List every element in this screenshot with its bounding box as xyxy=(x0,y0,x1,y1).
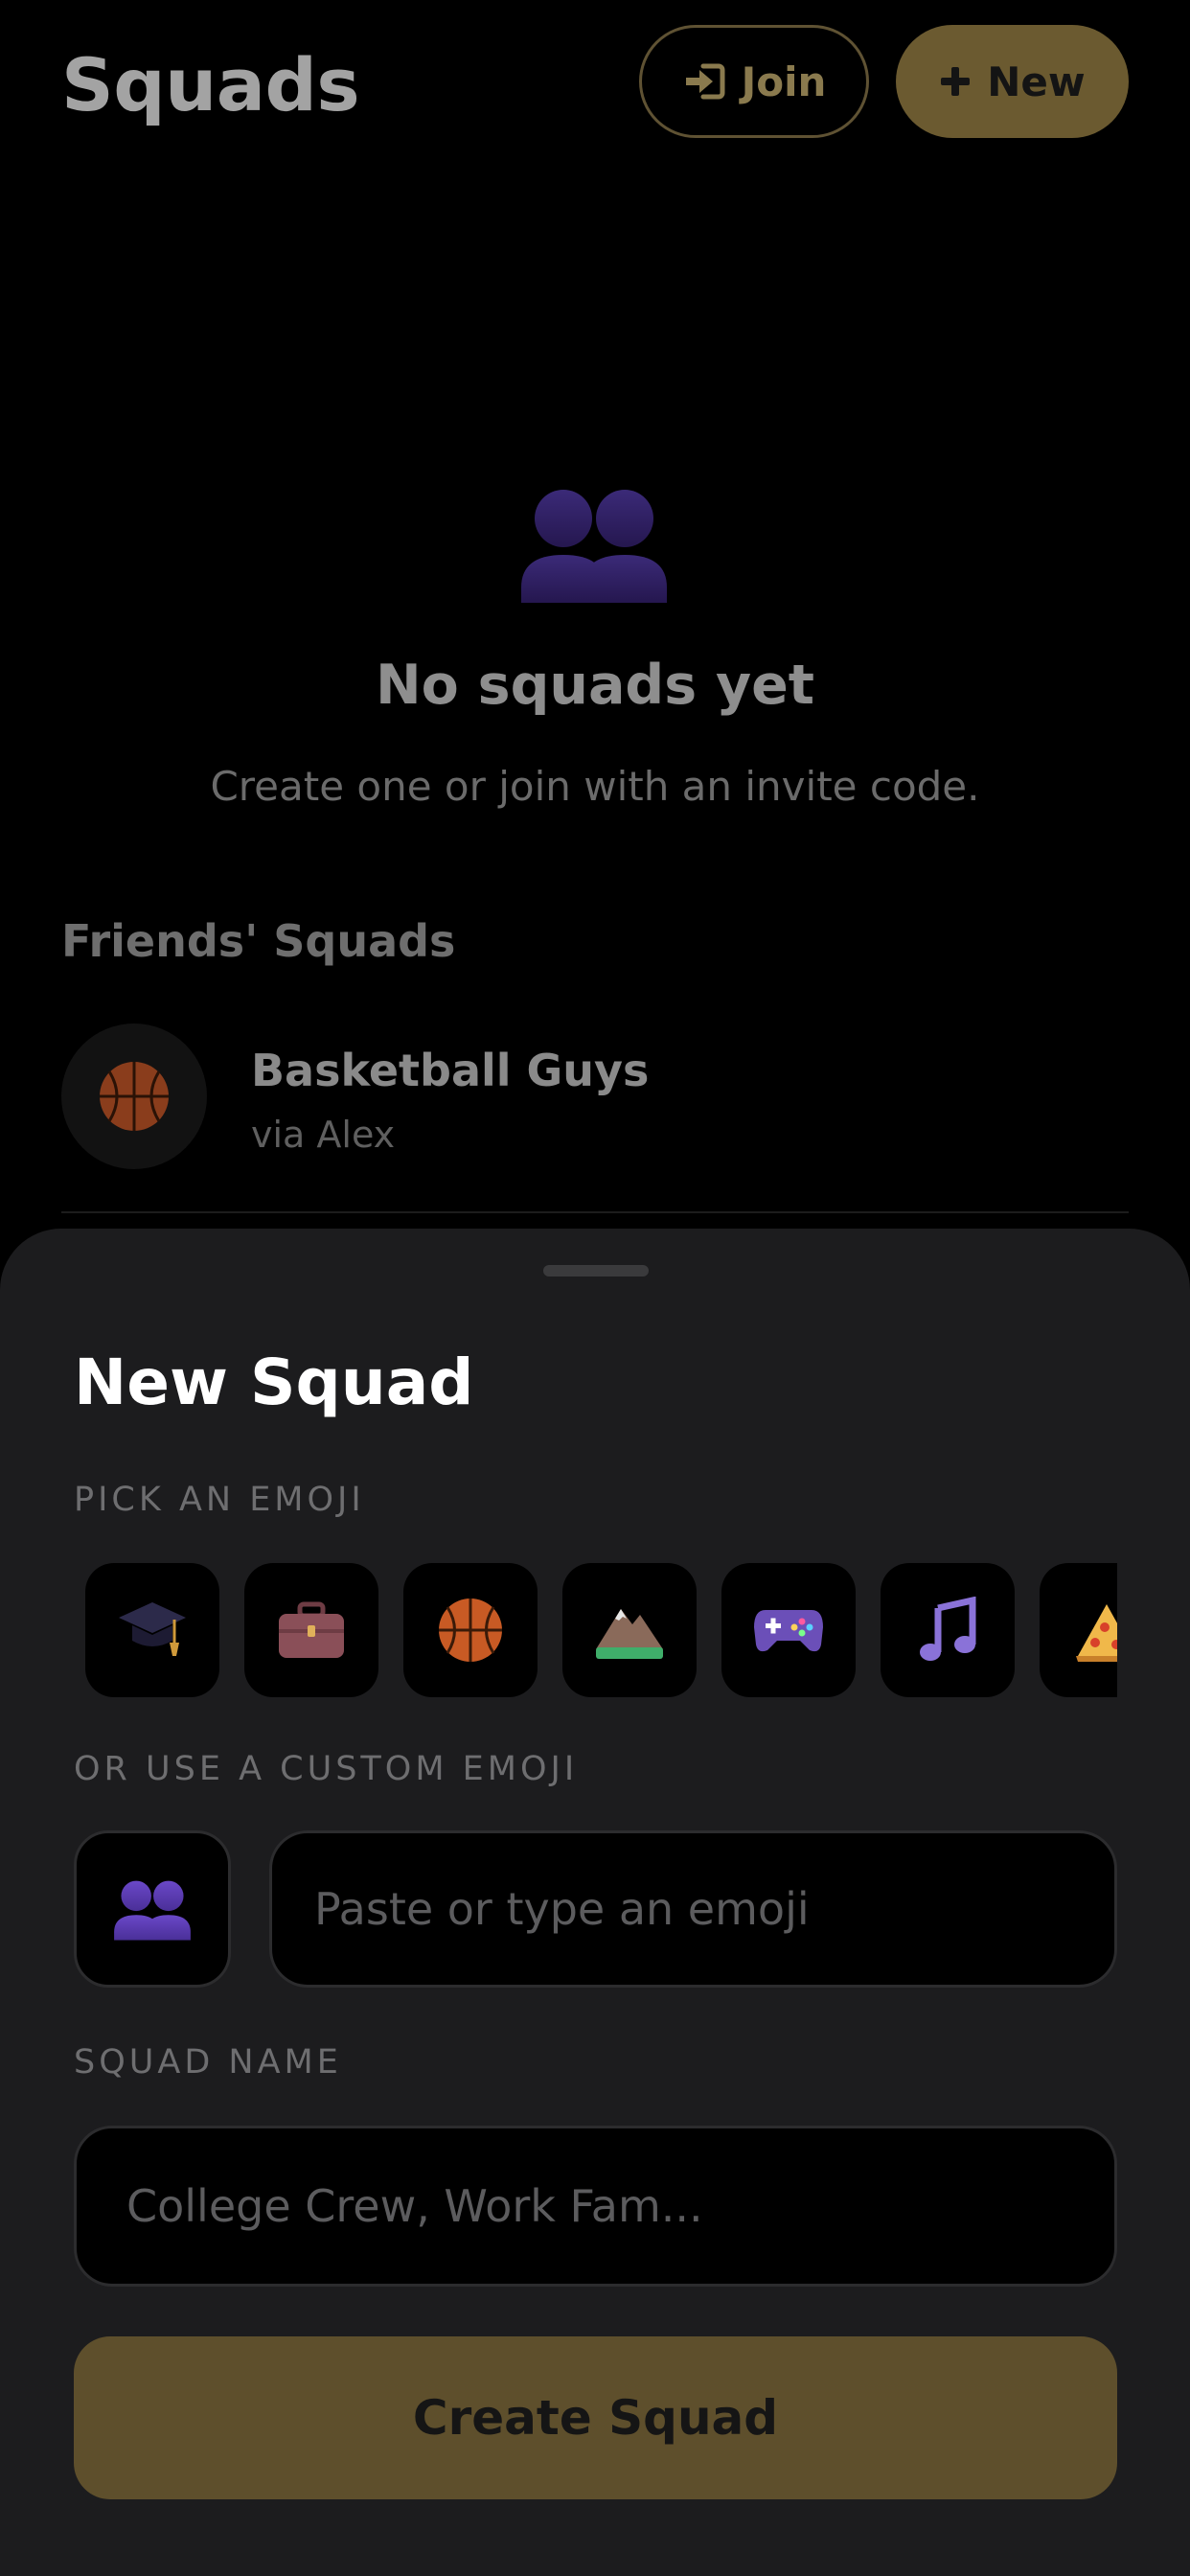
divider xyxy=(61,1211,1129,1213)
page-title: Squads xyxy=(61,42,360,127)
squad-name-label: SQUAD NAME xyxy=(74,2043,342,2082)
custom-emoji-input[interactable] xyxy=(269,1830,1117,1988)
sheet-grabber[interactable] xyxy=(543,1265,649,1276)
pick-emoji-label: PICK AN EMOJI xyxy=(74,1481,365,1519)
new-squad-button[interactable]: New xyxy=(896,25,1129,138)
empty-state-subtitle: Create one or join with an invite code. xyxy=(210,763,980,810)
basketball-icon[interactable] xyxy=(403,1563,538,1697)
squad-name-input[interactable] xyxy=(74,2126,1117,2287)
squads-screen: Squads Join New No squads yet Create one… xyxy=(0,0,1190,2576)
emoji-picker[interactable] xyxy=(74,1559,1117,1701)
game-controller-icon[interactable] xyxy=(721,1563,856,1697)
basketball-icon xyxy=(61,1024,207,1169)
mountain-icon[interactable] xyxy=(562,1563,697,1697)
join-button[interactable]: Join xyxy=(639,25,869,138)
plus-icon xyxy=(939,65,972,98)
friends-squads-heading: Friends' Squads xyxy=(61,915,456,967)
friend-squad-via: via Alex xyxy=(251,1114,396,1156)
create-squad-button[interactable]: Create Squad xyxy=(74,2336,1117,2499)
briefcase-icon[interactable] xyxy=(244,1563,378,1697)
new-label: New xyxy=(987,58,1086,105)
header: Squads Join New xyxy=(0,0,1190,163)
sheet-title: New Squad xyxy=(74,1346,474,1419)
music-note-icon[interactable] xyxy=(881,1563,1015,1697)
graduation-cap-icon[interactable] xyxy=(85,1563,219,1697)
people-silhouette-icon xyxy=(114,1880,191,1941)
friend-squad-item[interactable]: Basketball Guys via Alex xyxy=(61,1024,1129,1169)
people-silhouette-icon xyxy=(517,484,671,603)
sign-in-icon xyxy=(682,62,726,101)
join-label: Join xyxy=(741,58,827,105)
empty-state-title: No squads yet xyxy=(375,654,815,717)
custom-emoji-label: OR USE A CUSTOM EMOJI xyxy=(74,1750,579,1788)
new-squad-sheet: New Squad PICK AN EMOJI OR USE A CUSTOM … xyxy=(0,1229,1190,2576)
friend-squad-name: Basketball Guys xyxy=(251,1045,650,1096)
custom-emoji-preview xyxy=(74,1830,231,1988)
pizza-icon[interactable] xyxy=(1040,1563,1117,1697)
